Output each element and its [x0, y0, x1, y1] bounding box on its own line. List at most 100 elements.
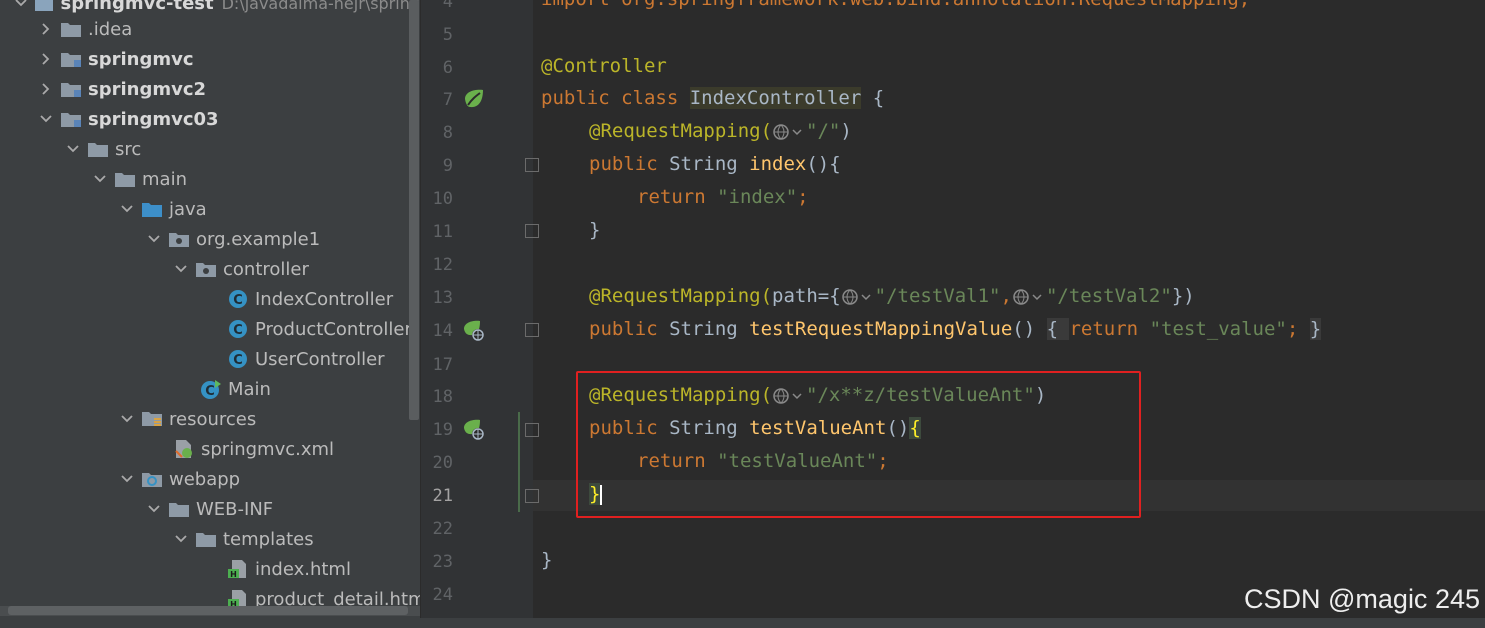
keyword: return [637, 186, 718, 208]
tree-item-main-class[interactable]: C Main [0, 374, 420, 404]
tree-item-controller[interactable]: controller [0, 254, 420, 284]
line-number: 11 [432, 222, 453, 242]
tree-item-product-controller[interactable]: C ProductController [0, 314, 420, 344]
line-number: 24 [432, 585, 453, 605]
tree-item-index-html[interactable]: H index.html [0, 554, 420, 584]
svg-text:C: C [233, 293, 243, 308]
param: path={ [772, 285, 841, 307]
tree-item-springmvc03[interactable]: springmvc03 [0, 104, 420, 134]
tree-vertical-scrollbar[interactable] [409, 0, 419, 420]
fold-marker[interactable] [525, 158, 539, 172]
chevron-down-icon[interactable] [119, 471, 135, 487]
tree-item-label: main [142, 168, 187, 190]
string-literal: "/testVal2" [1045, 285, 1172, 307]
string-literal: "index" [717, 186, 798, 208]
chevron-down-icon[interactable] [146, 501, 162, 517]
tree-horizontal-scrollbar[interactable] [8, 606, 408, 615]
java-class-icon: C [227, 289, 249, 309]
java-class-icon: C [227, 349, 249, 369]
chevron-down-icon[interactable] [173, 531, 189, 547]
highlight-box [576, 371, 1141, 518]
tree-item-label: UserController [255, 348, 385, 370]
line-number: 23 [432, 552, 453, 572]
line-number: 20 [432, 453, 453, 473]
line-number: 6 [442, 58, 453, 78]
tree-item-springmvc2[interactable]: springmvc2 [0, 74, 420, 104]
chevron-down-icon[interactable] [38, 111, 54, 127]
spring-bean-icon[interactable] [462, 87, 486, 111]
tree-item-webapp[interactable]: webapp [0, 464, 420, 494]
code-editor[interactable]: 4 5 6 7 8 9 10 11 12 13 14 17 18 19 20 2… [421, 0, 1485, 618]
tree-item-label: resources [169, 408, 257, 430]
annotation: @RequestMapping( [589, 120, 773, 142]
line-number: 19 [432, 420, 453, 440]
status-bar [0, 618, 1485, 628]
keyword: public [589, 318, 670, 340]
line-number: 13 [432, 288, 453, 308]
tree-item-label: springmvc.xml [201, 438, 335, 460]
tree-item-main[interactable]: main [0, 164, 420, 194]
tree-item-user-controller[interactable]: C UserController [0, 344, 420, 374]
tree-item-label: springmvc2 [88, 78, 207, 100]
tree-item-label: src [115, 138, 142, 160]
controller-annotation: @Controller [541, 55, 667, 77]
chevron-down-icon[interactable] [14, 0, 28, 11]
globe-icon[interactable] [772, 123, 806, 141]
tree-item-label: controller [223, 258, 309, 280]
tree-item-springmvc-xml[interactable]: springmvc.xml [0, 434, 420, 464]
fold-marker[interactable] [525, 489, 539, 503]
line-number: 14 [432, 321, 453, 341]
request-mapping-icon[interactable] [462, 319, 486, 343]
line-number: 18 [432, 387, 453, 407]
tree-item-org-example1[interactable]: org.example1 [0, 224, 420, 254]
line-number: 10 [432, 189, 453, 209]
chevron-down-icon[interactable] [119, 201, 135, 217]
chevron-down-icon[interactable] [92, 171, 108, 187]
string-literal: "/" [806, 120, 841, 142]
comma: , [1000, 285, 1012, 307]
module-folder-icon [60, 79, 82, 99]
globe-icon[interactable] [841, 288, 875, 306]
string-literal: "/testVal1" [874, 285, 1001, 307]
tree-item-src[interactable]: src [0, 134, 420, 164]
tree-item-java[interactable]: java [0, 194, 420, 224]
chevron-right-icon[interactable] [38, 21, 54, 37]
code-line-9: public String index(){ [589, 153, 841, 175]
folded-brace[interactable]: } [1309, 318, 1322, 340]
chevron-down-icon[interactable] [146, 231, 162, 247]
chevron-right-icon[interactable] [38, 51, 54, 67]
module-folder-icon [60, 109, 82, 129]
svg-text:C: C [205, 384, 215, 399]
tree-item-idea[interactable]: .idea [0, 14, 420, 44]
chevron-right-icon[interactable] [38, 81, 54, 97]
svg-text:C: C [233, 323, 243, 338]
import-statement: import org.springframework.web.bind.anno… [541, 0, 1250, 10]
chevron-down-icon[interactable] [173, 261, 189, 277]
tree-item-label: ProductController [255, 318, 412, 340]
code-line-14: public String testRequestMappingValue() … [589, 318, 1322, 340]
folder-icon [114, 169, 136, 189]
method-name: testRequestMappingValue [749, 318, 1013, 340]
tree-item-templates[interactable]: templates [0, 524, 420, 554]
tree-item-label: Main [228, 378, 271, 400]
fold-expand-marker[interactable] [525, 323, 539, 337]
tree-item-index-controller[interactable]: C IndexController [0, 284, 420, 314]
chevron-down-icon[interactable] [65, 141, 81, 157]
tree-item-label: index.html [255, 558, 351, 580]
request-mapping-icon[interactable] [462, 418, 486, 442]
tree-item-label: IndexController [255, 288, 394, 310]
tree-item-label: org.example1 [196, 228, 321, 250]
tree-item-web-inf[interactable]: WEB-INF [0, 494, 420, 524]
globe-icon[interactable] [1012, 288, 1046, 306]
paren: ) [840, 120, 852, 142]
line-number: 9 [442, 156, 453, 176]
folded-brace[interactable]: { [1046, 318, 1070, 340]
tree-item-resources[interactable]: resources [0, 404, 420, 434]
fold-marker[interactable] [525, 423, 539, 437]
line-number: 7 [442, 90, 453, 110]
module-icon [34, 0, 54, 13]
line-number: 17 [432, 355, 453, 375]
tree-item-springmvc[interactable]: springmvc [0, 44, 420, 74]
chevron-down-icon[interactable] [119, 411, 135, 427]
fold-marker[interactable] [525, 224, 539, 238]
